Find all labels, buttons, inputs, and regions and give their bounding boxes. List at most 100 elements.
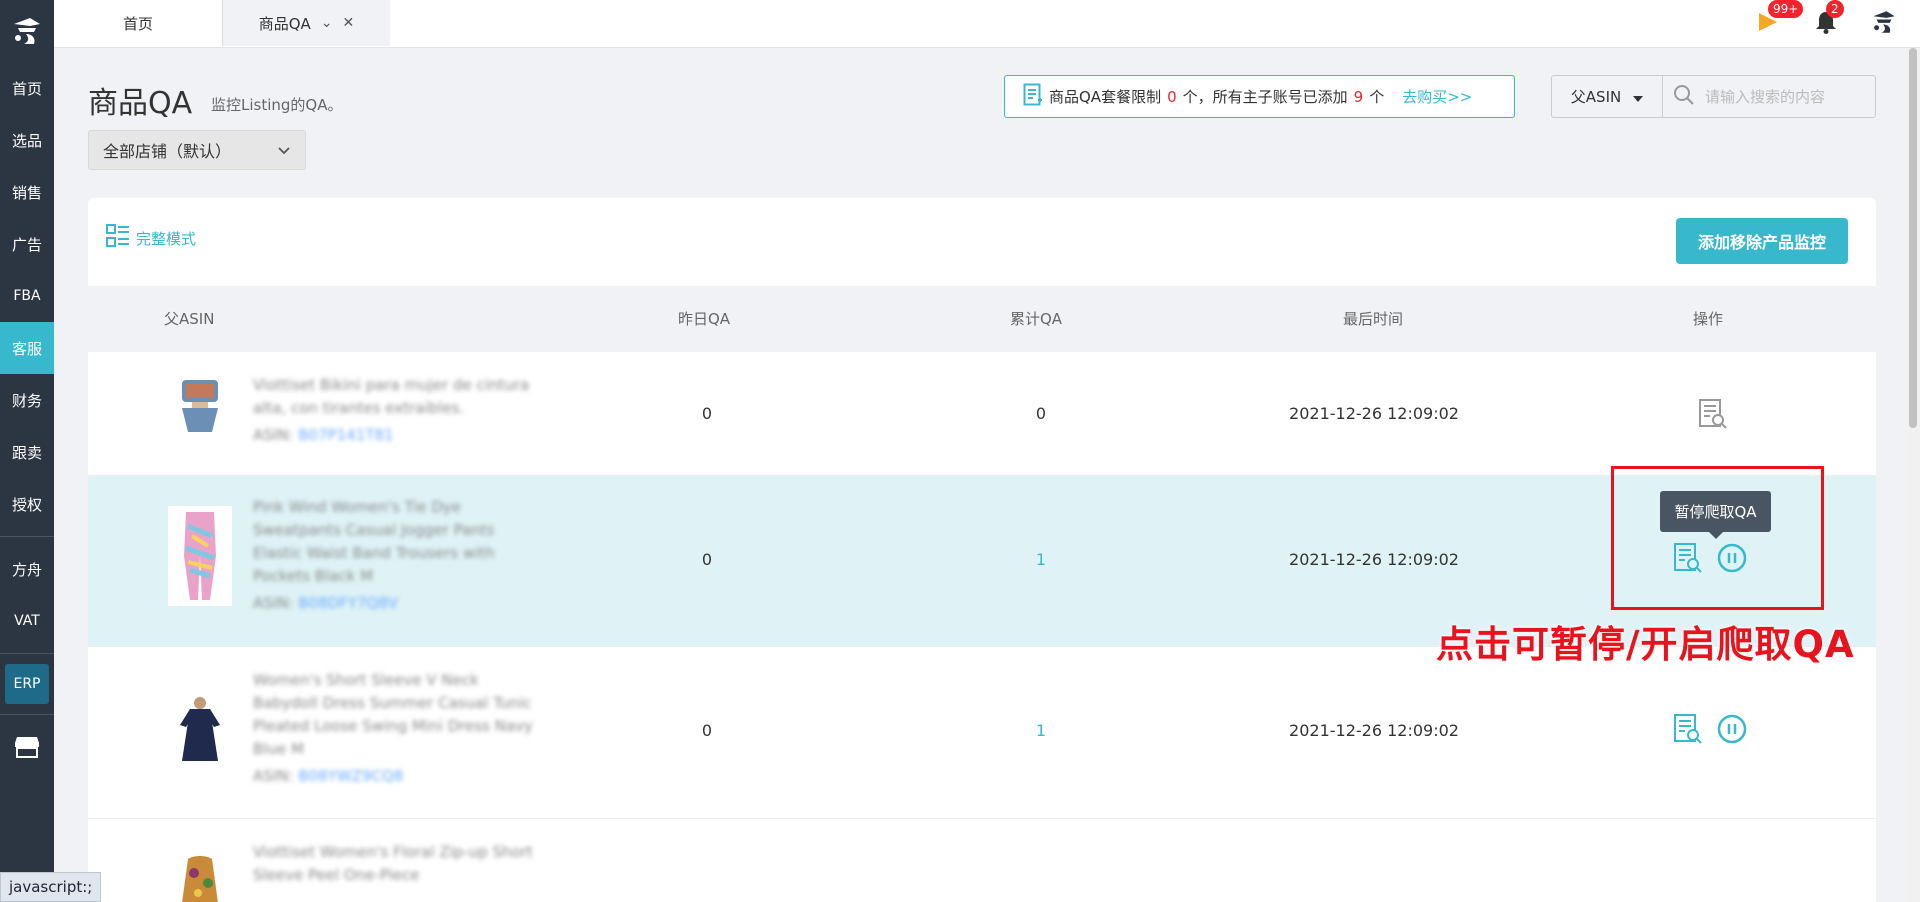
sidebar-item-sales[interactable]: 销售	[0, 166, 54, 218]
annotation-text: 点击可暂停/开启爬取QA	[1436, 623, 1855, 666]
asin-link[interactable]: B07P141T81	[298, 426, 393, 444]
view-mode-label: 完整模式	[136, 229, 197, 248]
app-logo[interactable]	[0, 0, 54, 62]
quota-text-2: 个，所有主子账号已添加	[1182, 88, 1348, 106]
search-input[interactable]	[1705, 87, 1875, 106]
document-icon	[1023, 83, 1043, 111]
top-right-icons: 99+ 2	[1754, 0, 1898, 36]
main-card: 完整模式 添加移除产品监控 父ASIN 昨日QA 累计QA 最后时间 操作 Vi…	[88, 198, 1876, 902]
sidebar-item-fba[interactable]: FBA	[0, 270, 54, 322]
yesterday-qa-value: 0	[701, 721, 713, 740]
status-bar: javascript:;	[0, 872, 102, 902]
product-title: Women's Short Sleeve V Neck Babydoll Dre…	[253, 671, 533, 758]
total-qa-value: 0	[1035, 404, 1047, 423]
logo-icon	[14, 18, 40, 44]
sidebar-item-authorize[interactable]: 授权	[0, 478, 54, 530]
buy-link[interactable]: 去购买>>	[1402, 86, 1472, 107]
search-input-wrap	[1663, 76, 1875, 117]
sidebar-divider	[0, 536, 54, 537]
sidebar-item-follow-sell[interactable]: 跟卖	[0, 426, 54, 478]
sidebar-item-customer-service[interactable]: 客服	[0, 322, 54, 374]
quota-text-1: 商品QA套餐限制	[1049, 88, 1162, 106]
col-header-parent-asin: 父ASIN	[164, 310, 215, 328]
add-remove-monitor-button[interactable]: 添加移除产品监控	[1676, 218, 1848, 264]
yesterday-qa-value: 0	[701, 550, 713, 569]
product-asin: ASIN: B08DFY7Q8V	[253, 592, 543, 615]
col-header-actions: 操作	[1693, 310, 1724, 328]
page-title: 商品QA	[88, 86, 193, 121]
sidebar-divider	[0, 714, 54, 715]
chevron-down-icon[interactable]: ⌄	[321, 15, 333, 31]
view-mode-toggle[interactable]: 完整模式	[106, 224, 196, 252]
col-header-total-qa: 累计QA	[1010, 310, 1063, 328]
asin-link[interactable]: B08YWZ9CQ8	[298, 767, 403, 785]
asin-label: ASIN:	[253, 426, 294, 444]
table-row: Viottiset Bikini para mujer de cintura a…	[88, 352, 1876, 476]
store-icon[interactable]	[0, 721, 54, 773]
yesterday-qa-value: 0	[701, 404, 713, 423]
sidebar-item-selection[interactable]: 选品	[0, 114, 54, 166]
sidebar-divider	[0, 653, 54, 654]
store-select[interactable]: 全部店铺（默认）	[88, 130, 306, 170]
sidebar: 首页 选品 销售 广告 FBA 客服 财务 跟卖 授权 方舟 VAT ERP	[0, 0, 54, 902]
page-subtitle: 监控Listing的QA。	[211, 96, 343, 114]
table-header: 父ASIN 昨日QA 累计QA 最后时间 操作	[88, 286, 1876, 352]
scrollbar-thumb[interactable]	[1909, 48, 1917, 428]
sidebar-item-ads[interactable]: 广告	[0, 218, 54, 270]
quota-banner: 商品QA套餐限制 0 个，所有主子账号已添加 9 个 去购买>>	[1004, 75, 1515, 118]
product-image	[168, 376, 232, 440]
view-qa-icon[interactable]	[1673, 713, 1703, 749]
sidebar-item-finance[interactable]: 财务	[0, 374, 54, 426]
asin-label: ASIN:	[253, 594, 294, 612]
total-qa-link[interactable]: 1	[1036, 721, 1046, 740]
pause-icon[interactable]	[1717, 714, 1747, 748]
col-header-last-time: 最后时间	[1343, 310, 1404, 328]
product-asin: ASIN: B07P141T81	[253, 424, 543, 447]
row-actions	[1698, 398, 1728, 434]
sidebar-item-home[interactable]: 首页	[0, 62, 54, 114]
product-title: Pink Wind Women's Tie Dye Sweatpants Cas…	[253, 498, 495, 585]
product-info: Women's Short Sleeve V Neck Babydoll Dre…	[253, 669, 543, 788]
asin-label: ASIN:	[253, 767, 294, 785]
product-asin: ASIN: B08YWZ9CQ8	[253, 765, 543, 788]
vertical-scrollbar[interactable]	[1906, 48, 1920, 902]
tab-home[interactable]: 首页	[54, 0, 222, 46]
sidebar-item-ark[interactable]: 方舟	[0, 543, 54, 595]
flag-badge: 99+	[1768, 0, 1804, 18]
tab-product-qa[interactable]: 商品QA ⌄ ✕	[222, 0, 390, 46]
table-row: Women's Short Sleeve V Neck Babydoll Dre…	[88, 647, 1876, 819]
search-type-value: 父ASIN	[1570, 88, 1622, 106]
caret-down-icon	[1633, 88, 1644, 106]
tab-home-label: 首页	[122, 14, 153, 33]
search-icon[interactable]	[1673, 84, 1695, 110]
table-row: Viottiset Women's Floral Zip-up Short Sl…	[88, 819, 1876, 902]
last-time-value: 2021-12-26 12:09:02	[1289, 721, 1459, 740]
view-qa-icon[interactable]	[1698, 398, 1728, 434]
row-actions	[1673, 713, 1747, 749]
product-title: Viottiset Bikini para mujer de cintura a…	[253, 376, 530, 417]
asin-link[interactable]: B08DFY7Q8V	[298, 594, 398, 612]
flag-icon[interactable]: 99+	[1754, 0, 1804, 36]
product-image	[168, 506, 232, 606]
pause-tooltip: 暂停爬取QA	[1660, 491, 1771, 539]
last-time-value: 2021-12-26 12:09:02	[1289, 550, 1459, 569]
chevron-down-icon	[277, 141, 291, 160]
product-image	[168, 853, 232, 902]
quota-text-3: 个	[1369, 88, 1385, 106]
erp-button[interactable]: ERP	[5, 664, 49, 704]
product-info: Viottiset Women's Floral Zip-up Short Sl…	[253, 841, 543, 887]
last-time-value: 2021-12-26 12:09:02	[1289, 404, 1459, 423]
close-icon[interactable]: ✕	[343, 15, 355, 31]
tab-qa-label: 商品QA	[258, 14, 311, 33]
store-select-value: 全部店铺（默认）	[103, 142, 232, 161]
product-image	[168, 695, 232, 765]
quota-added: 9	[1353, 87, 1364, 106]
bell-icon[interactable]: 2	[1812, 0, 1844, 36]
col-header-yesterday-qa: 昨日QA	[678, 310, 731, 328]
grid-list-icon	[106, 224, 130, 252]
user-avatar-icon[interactable]	[1870, 8, 1898, 36]
sidebar-item-vat[interactable]: VAT	[0, 595, 54, 647]
bell-badge: 2	[1826, 0, 1844, 18]
search-type-select[interactable]: 父ASIN	[1552, 76, 1663, 117]
total-qa-link[interactable]: 1	[1036, 550, 1046, 569]
